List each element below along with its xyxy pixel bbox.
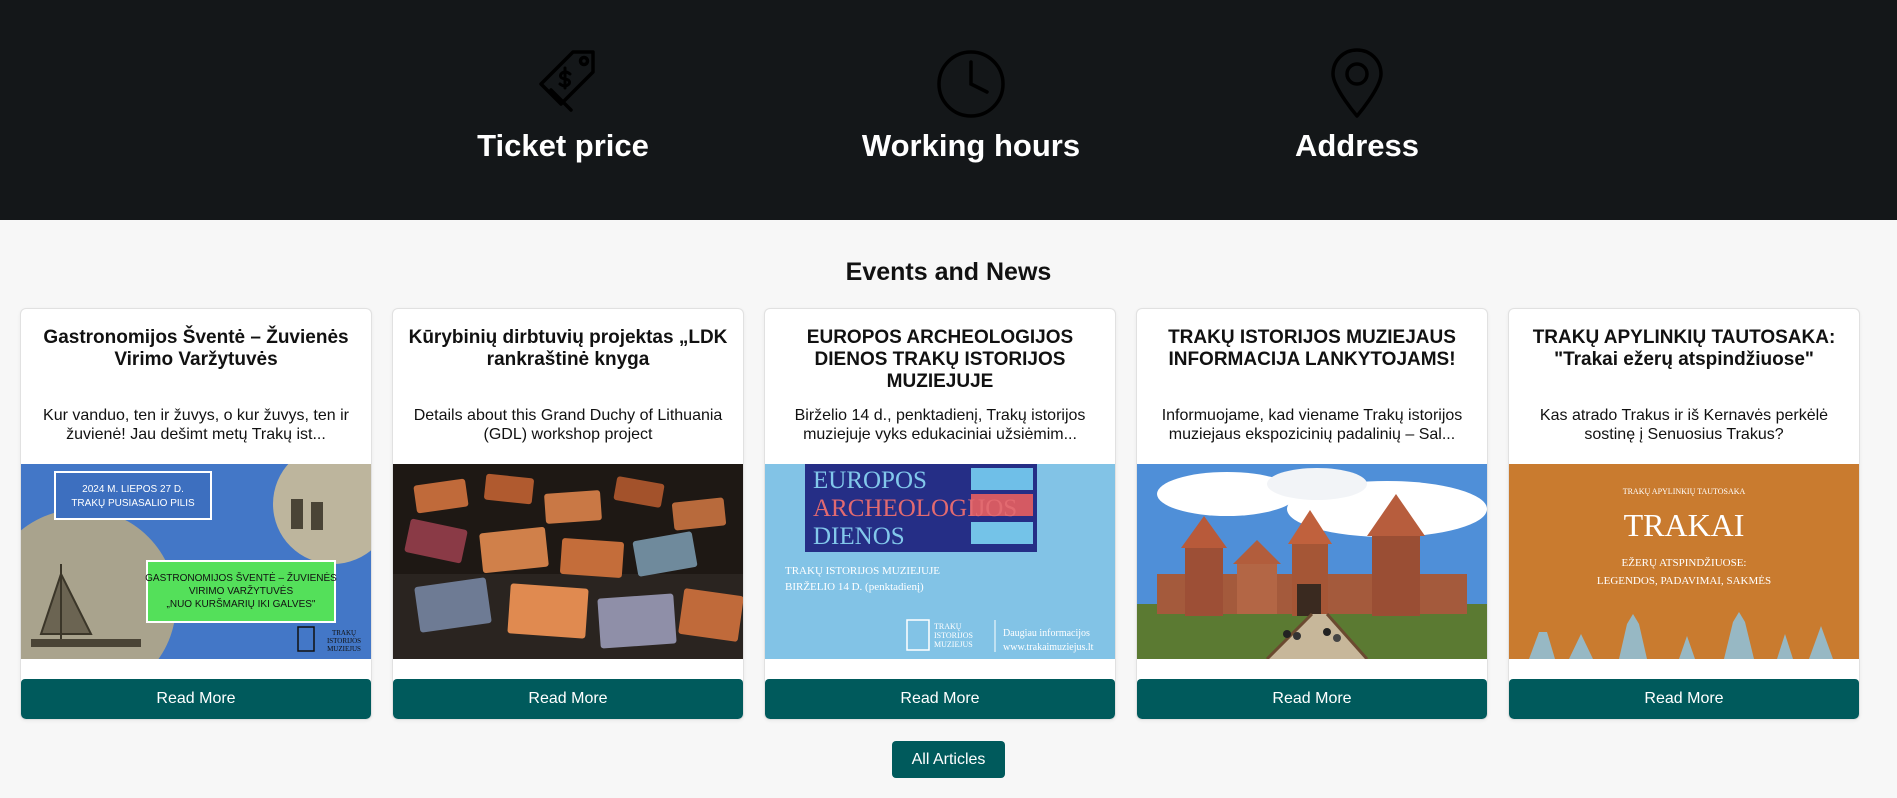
card-image[interactable]: TRAKŲ APYLINKIŲ TAUTOSAKA TRAKAI EŽERŲ A… bbox=[1509, 464, 1859, 659]
address-label: Address bbox=[1294, 128, 1420, 163]
read-more-button[interactable]: Read More bbox=[393, 679, 743, 719]
image-date-line2: TRAKŲ PUSIASALIO PILIS bbox=[71, 498, 195, 509]
address-link[interactable]: Address bbox=[1207, 46, 1507, 164]
image-logo-line2: ISTORIJOS bbox=[934, 631, 973, 640]
event-card: Gastronomijos Šventė – Žuvienės Virimo V… bbox=[20, 308, 372, 720]
image-logo-line1: TRAKŲ bbox=[934, 622, 962, 631]
card-title: Kūrybinių dirbtuvių projektas „LDK rankr… bbox=[408, 327, 728, 370]
card-image[interactable]: 2024 M. LIEPOS 27 D. TRAKŲ PUSIASALIO PI… bbox=[21, 464, 371, 659]
card-title: TRAKŲ APYLINKIŲ TAUTOSAKA: "Trakai ežerų… bbox=[1532, 327, 1836, 370]
image-sub1: EŽERŲ ATSPINDŽIUOSE: bbox=[1622, 557, 1747, 569]
image-green-line1: GASTRONOMIJOS ŠVENTĖ – ŽUVIENĖS bbox=[145, 571, 337, 584]
image-url: www.trakaimuziejus.lt bbox=[1003, 642, 1094, 653]
image-logo-line3: MUZIEJUS bbox=[934, 640, 973, 649]
price-tag-icon bbox=[413, 46, 713, 122]
card-image[interactable] bbox=[393, 464, 743, 659]
card-description: Kas atrado Trakus ir iš Kernavės perkėlė… bbox=[1539, 407, 1829, 443]
event-card: TRAKŲ APYLINKIŲ TAUTOSAKA: "Trakai ežerų… bbox=[1508, 308, 1860, 720]
working-hours-label: Working hours bbox=[861, 128, 1081, 163]
image-sub2: LEGENDOS, PADAVIMAI, SAKMĖS bbox=[1597, 575, 1771, 587]
image-logo-line2: ISTORIJOS bbox=[327, 637, 361, 645]
read-more-button[interactable]: Read More bbox=[21, 679, 371, 719]
card-description: Kur vanduo, ten ir žuvys, o kur žuvys, t… bbox=[43, 407, 349, 443]
ticket-price-label: Ticket price bbox=[477, 128, 649, 163]
image-line2: ARCHEOLOGIJOS bbox=[813, 495, 1017, 522]
image-line1: EUROPOS bbox=[813, 467, 927, 494]
map-pin-icon bbox=[1207, 46, 1507, 122]
card-title: TRAKŲ ISTORIJOS MUZIEJAUS INFORMACIJA LA… bbox=[1168, 327, 1456, 370]
read-more-button[interactable]: Read More bbox=[1509, 679, 1859, 719]
image-date-line1: 2024 M. LIEPOS 27 D. bbox=[82, 484, 184, 495]
card-title: Gastronomijos Šventė – Žuvienės Virimo V… bbox=[43, 327, 349, 370]
event-card: Kūrybinių dirbtuvių projektas „LDK rankr… bbox=[392, 308, 744, 720]
image-sub2: BIRŽELIO 14 D. (penktadienį) bbox=[785, 581, 924, 593]
image-sub1: TRAKŲ ISTORIJOS MUZIEJUJE bbox=[785, 565, 940, 577]
all-articles-button[interactable]: All Articles bbox=[892, 741, 1005, 778]
card-image[interactable] bbox=[1137, 464, 1487, 659]
event-card: EUROPOS ARCHEOLOGIJOS DIENOS TRAKŲ ISTOR… bbox=[764, 308, 1116, 720]
read-more-button[interactable]: Read More bbox=[1137, 679, 1487, 719]
image-small: TRAKŲ APYLINKIŲ TAUTOSAKA bbox=[1623, 487, 1746, 496]
image-line3: DIENOS bbox=[813, 523, 905, 550]
image-green-line3: „NUO KURŠMARIŲ IKI GALVES" bbox=[167, 597, 316, 610]
events-heading: Events and News bbox=[845, 258, 1052, 286]
card-image[interactable]: EUROPOS ARCHEOLOGIJOS DIENOS TRAKŲ ISTOR… bbox=[765, 464, 1115, 659]
image-big: TRAKAI bbox=[1624, 507, 1745, 543]
card-description: Details about this Grand Duchy of Lithua… bbox=[413, 407, 723, 443]
image-green-line2: VIRIMO VARŽYTUVĖS bbox=[189, 584, 294, 597]
read-more-button[interactable]: Read More bbox=[765, 679, 1115, 719]
card-title: EUROPOS ARCHEOLOGIJOS DIENOS TRAKŲ ISTOR… bbox=[806, 327, 1074, 392]
info-band: Ticket price Working hours Address bbox=[0, 0, 1897, 220]
card-description: Informuojame, kad viename Trakų istorijo… bbox=[1161, 407, 1463, 443]
clock-icon bbox=[821, 46, 1121, 122]
image-more-info: Daugiau informacijos bbox=[1003, 628, 1090, 639]
event-card: TRAKŲ ISTORIJOS MUZIEJAUS INFORMACIJA LA… bbox=[1136, 308, 1488, 720]
card-description: Birželio 14 d., penktadienį, Trakų istor… bbox=[794, 407, 1086, 443]
working-hours-link[interactable]: Working hours bbox=[821, 46, 1121, 164]
ticket-price-link[interactable]: Ticket price bbox=[413, 46, 713, 164]
image-logo-line1: TRAKŲ bbox=[332, 629, 356, 637]
image-logo-line3: MUZIEJUS bbox=[327, 645, 361, 653]
